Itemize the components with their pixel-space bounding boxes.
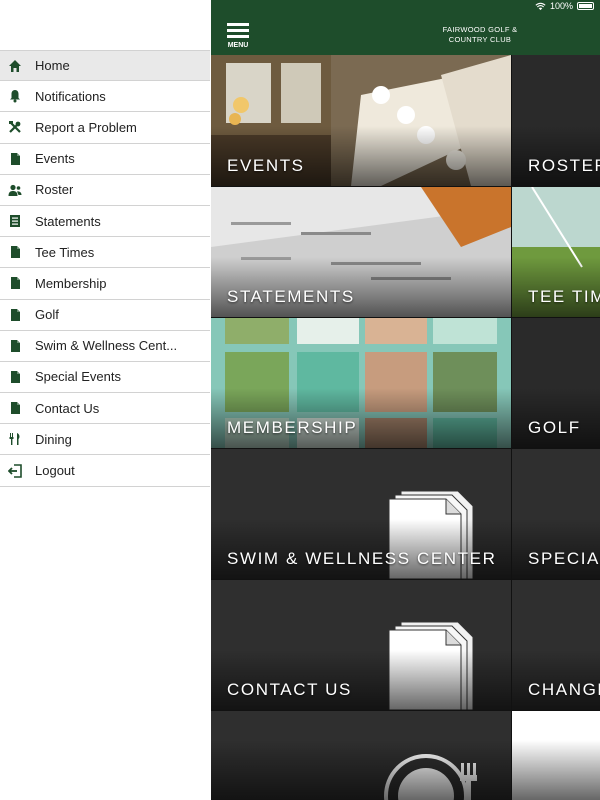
tile-statements[interactable]: STATEMENTS: [211, 187, 511, 317]
tile-special-events[interactable]: SPECIAL: [512, 449, 600, 579]
tile-roster-label: ROSTER: [528, 156, 600, 175]
sidebar-item-label: Notifications: [35, 88, 106, 104]
club-title: FAIRWOOD GOLF & COUNTRY CLUB: [442, 25, 518, 44]
document-icon: [8, 152, 22, 166]
menu-button[interactable]: MENU: [225, 22, 251, 50]
statement-icon: [8, 214, 22, 228]
document-icon: [8, 308, 22, 322]
document-icon: [8, 245, 22, 259]
main-panel: 100% MENU FAIRWOOD GOLF & COUNTRY CLUB E…: [211, 0, 600, 800]
sidebar-item-notifications[interactable]: Notifications: [0, 81, 210, 113]
tile-dining[interactable]: [211, 711, 511, 800]
sidebar-item-label: Golf: [35, 307, 59, 323]
tile-events-label: EVENTS: [227, 156, 305, 175]
sidebar-item-roster[interactable]: Roster: [0, 174, 210, 206]
tile-events[interactable]: EVENTS: [211, 55, 511, 186]
home-icon: [8, 59, 22, 73]
tile-empty: [512, 711, 600, 800]
tile-swim-wellness-label: SWIM & WELLNESS CENTER: [227, 549, 497, 568]
plate-utensils-icon: [384, 754, 477, 800]
bell-icon: [8, 89, 22, 103]
sidebar-item-swim-wellness[interactable]: Swim & Wellness Cent...: [0, 330, 210, 362]
sidebar-item-label: Tee Times: [35, 244, 95, 260]
tile-membership-label: MEMBERSHIP: [227, 418, 358, 437]
sidebar-item-label: Roster: [35, 182, 74, 198]
sidebar-item-dining[interactable]: Dining: [0, 424, 210, 456]
document-icon: [8, 276, 22, 290]
battery-icon: [577, 2, 594, 10]
logout-icon: [8, 463, 22, 478]
tile-contact-us[interactable]: CONTACT US: [211, 580, 511, 710]
sidebar-item-label: Report a Problem: [35, 119, 137, 135]
sidebar-item-statements[interactable]: Statements: [0, 205, 210, 238]
sidebar-item-label: Events: [35, 151, 75, 167]
people-icon: [8, 183, 22, 197]
sidebar-item-label: Logout: [35, 463, 75, 479]
tile-golf[interactable]: GOLF: [512, 318, 600, 448]
sidebar-item-golf[interactable]: Golf: [0, 299, 210, 331]
wifi-icon: [535, 2, 546, 10]
battery-percent: 100%: [549, 1, 573, 11]
app-header: MENU FAIRWOOD GOLF & COUNTRY CLUB: [211, 14, 600, 55]
sidebar-item-label: Special Events: [35, 369, 121, 385]
document-icon: [8, 401, 22, 415]
sidebar-item-special-events[interactable]: Special Events: [0, 361, 210, 394]
sidebar-item-logout[interactable]: Logout: [0, 455, 210, 487]
tile-membership[interactable]: MEMBERSHIP: [211, 318, 511, 448]
menu-label: MENU: [227, 42, 249, 49]
sidebar-item-label: Statements: [35, 213, 101, 229]
tile-contact-us-label: CONTACT US: [227, 680, 352, 699]
sidebar-item-label: Membership: [35, 275, 107, 291]
tile-roster[interactable]: ROSTER: [512, 55, 600, 186]
document-icon: [8, 370, 22, 384]
tile-tee-times-label: TEE TIM: [528, 287, 600, 306]
tools-icon: [8, 120, 22, 134]
sidebar-item-contact-us[interactable]: Contact Us: [0, 393, 210, 425]
utensils-icon: [8, 432, 22, 446]
document-icon: [8, 339, 22, 353]
sidebar-item-label: Dining: [35, 431, 72, 447]
status-bar: 100%: [211, 0, 600, 14]
sidebar-item-label: Contact Us: [35, 400, 100, 416]
sidebar-item-label: Home: [35, 58, 70, 74]
tile-change-label: CHANGE: [528, 680, 600, 699]
sidebar-item-membership[interactable]: Membership: [0, 268, 210, 300]
tile-tee-times[interactable]: TEE TIM: [512, 187, 600, 317]
sidebar-item-events[interactable]: Events: [0, 143, 210, 175]
tile-golf-label: GOLF: [528, 418, 581, 437]
sidebar-item-label: Swim & Wellness Cent...: [35, 338, 178, 354]
sidebar-item-report-problem[interactable]: Report a Problem: [0, 112, 210, 144]
tile-change[interactable]: CHANGE: [512, 580, 600, 710]
side-menu: Home Notifications Report a Problem Even…: [0, 50, 210, 487]
sidebar-item-home[interactable]: Home: [0, 50, 210, 82]
sidebar-item-tee-times[interactable]: Tee Times: [0, 237, 210, 269]
hamburger-icon: [227, 23, 249, 26]
tile-statements-label: STATEMENTS: [227, 287, 355, 306]
tile-swim-wellness[interactable]: SWIM & WELLNESS CENTER: [211, 449, 511, 579]
tile-special-events-label: SPECIAL: [528, 549, 600, 568]
